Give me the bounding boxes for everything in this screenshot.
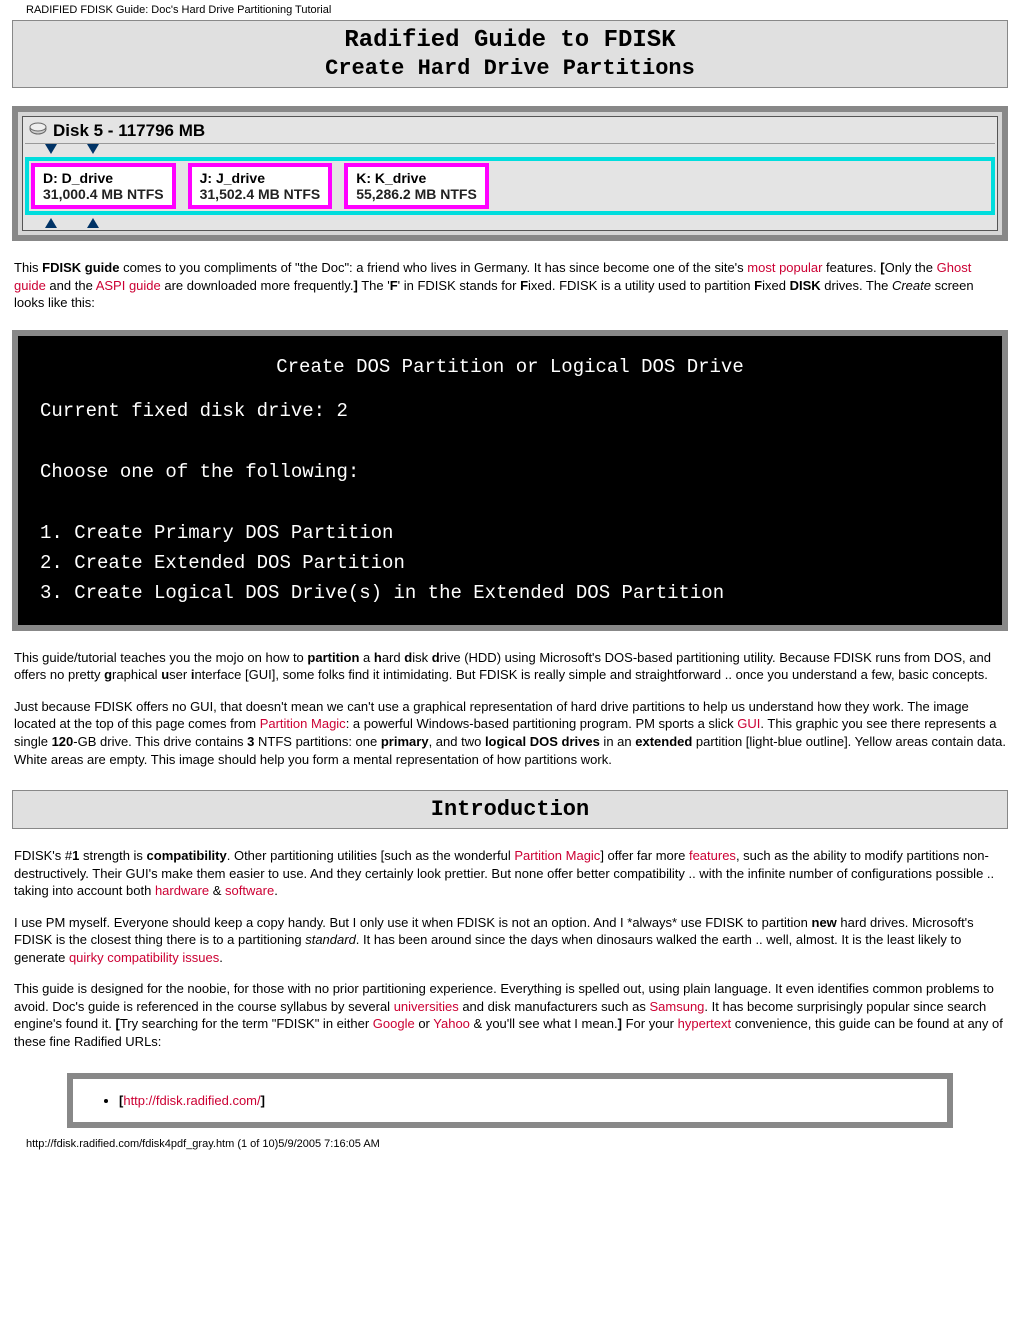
dos-option-1: 1. Create Primary DOS Partition — [40, 518, 980, 548]
partition-name: J: J_drive — [200, 170, 321, 186]
link-gui[interactable]: GUI — [737, 716, 760, 731]
triangle-down-icon — [87, 144, 99, 154]
link-software[interactable]: software — [225, 883, 274, 898]
title-line-2: Create Hard Drive Partitions — [13, 56, 1007, 81]
dos-title: Create DOS Partition or Logical DOS Driv… — [40, 352, 980, 382]
dos-option-3: 3. Create Logical DOS Drive(s) in the Ex… — [40, 578, 980, 608]
intro-header: Introduction — [12, 790, 1008, 829]
triangle-up-icon — [45, 218, 57, 228]
page-footer: http://fdisk.radified.com/fdisk4pdf_gray… — [0, 1128, 1020, 1156]
dos-choose: Choose one of the following: — [40, 457, 980, 487]
link-hardware[interactable]: hardware — [155, 883, 209, 898]
link-google[interactable]: Google — [373, 1016, 415, 1031]
link-partition-magic-2[interactable]: Partition Magic — [514, 848, 600, 863]
title-line-1: Radified Guide to FDISK — [13, 27, 1007, 54]
link-universities[interactable]: universities — [394, 999, 459, 1014]
extended-partition: D: D_drive 31,000.4 MB NTFS J: J_drive 3… — [25, 157, 995, 215]
partition-j: J: J_drive 31,502.4 MB NTFS — [188, 163, 333, 209]
link-partition-magic[interactable]: Partition Magic — [260, 716, 346, 731]
paragraph-2: This guide/tutorial teaches you the mojo… — [14, 649, 1006, 684]
link-yahoo[interactable]: Yahoo — [433, 1016, 470, 1031]
dos-screen: Create DOS Partition or Logical DOS Driv… — [12, 330, 1008, 631]
paragraph-3: Just because FDISK offers no GUI, that d… — [14, 698, 1006, 768]
disk-label-row: Disk 5 - 117796 MB — [25, 119, 995, 144]
link-samsung[interactable]: Samsung — [649, 999, 704, 1014]
title-box: Radified Guide to FDISK Create Hard Driv… — [12, 20, 1008, 88]
partition-name: D: D_drive — [43, 170, 164, 186]
disk-diagram: Disk 5 - 117796 MB D: D_drive 31,000.4 M… — [12, 106, 1008, 241]
link-most-popular[interactable]: most popular — [747, 260, 822, 275]
link-features[interactable]: features — [689, 848, 736, 863]
disk-icon — [29, 121, 47, 141]
paragraph-6: This guide is designed for the noobie, f… — [14, 980, 1006, 1050]
paragraph-4: FDISK's #1 strength is compatibility. Ot… — [14, 847, 1006, 900]
triangle-down-icon — [45, 144, 57, 154]
partition-size: 31,000.4 MB NTFS — [43, 186, 164, 202]
partition-k: K: K_drive 55,286.2 MB NTFS — [344, 163, 489, 209]
partition-size: 31,502.4 MB NTFS — [200, 186, 321, 202]
partition-d: D: D_drive 31,000.4 MB NTFS — [31, 163, 176, 209]
disk-label: Disk 5 - 117796 MB — [53, 121, 205, 141]
page-header: RADIFIED FDISK Guide: Doc's Hard Drive P… — [0, 0, 1020, 20]
link-quirky[interactable]: quirky compatibility issues — [69, 950, 219, 965]
triangle-row-top — [25, 144, 995, 154]
url-item: [http://fdisk.radified.com/] — [119, 1093, 919, 1108]
paragraph-1: This FDISK guide comes to you compliment… — [14, 259, 1006, 312]
link-aspi-guide[interactable]: ASPI guide — [96, 278, 161, 293]
dos-current-drive: Current fixed disk drive: 2 — [40, 396, 980, 426]
triangle-row-bottom — [25, 218, 995, 228]
partition-size: 55,286.2 MB NTFS — [356, 186, 477, 202]
link-fdisk-url[interactable]: http://fdisk.radified.com/ — [123, 1093, 260, 1108]
paragraph-5: I use PM myself. Everyone should keep a … — [14, 914, 1006, 967]
triangle-up-icon — [87, 218, 99, 228]
partition-name: K: K_drive — [356, 170, 477, 186]
dos-option-2: 2. Create Extended DOS Partition — [40, 548, 980, 578]
url-box: [http://fdisk.radified.com/] — [67, 1073, 953, 1128]
link-hypertext[interactable]: hypertext — [678, 1016, 731, 1031]
